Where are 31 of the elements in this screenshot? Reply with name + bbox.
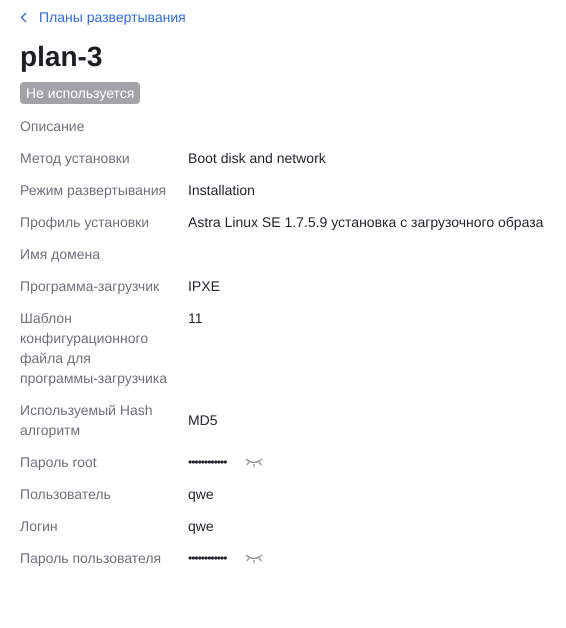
field-value: Boot disk and network xyxy=(188,149,327,168)
chevron-left-icon xyxy=(20,12,27,22)
field-label: Пароль root xyxy=(20,453,98,472)
field-label: Имя домена xyxy=(20,245,102,264)
show-password-button[interactable] xyxy=(244,457,264,467)
field-value: Installation xyxy=(188,181,256,200)
field-label: Логин xyxy=(20,517,59,536)
hidden-eye-icon xyxy=(244,553,264,563)
field-label: Программа-загрузчик xyxy=(20,277,160,296)
status-badge: Не используется xyxy=(20,82,140,104)
field-value: qwe xyxy=(188,485,215,504)
field-value: MD5 xyxy=(188,411,219,430)
field-label: Режим развертывания xyxy=(20,181,168,200)
field-label: Описание xyxy=(20,117,86,136)
field-value: 11 xyxy=(188,309,204,328)
masked-password: •••••••••••• xyxy=(188,455,226,469)
masked-password: •••••••••••• xyxy=(188,551,226,565)
field-value: IPXE xyxy=(188,277,221,296)
field-label: Используемый Hash алгоритм xyxy=(20,401,154,440)
field-label: Метод установки xyxy=(20,149,131,168)
breadcrumb-link[interactable]: Планы развертывания xyxy=(20,6,186,28)
show-password-button[interactable] xyxy=(244,553,264,563)
field-label: Шаблон конфигурационного файла для программы-загрузчика xyxy=(20,309,168,388)
field-label: Профиль установки xyxy=(20,213,150,232)
breadcrumb-label[interactable]: Планы развертывания xyxy=(39,9,186,25)
hidden-eye-icon xyxy=(244,457,264,467)
field-label: Пользователь xyxy=(20,485,112,504)
field-value: Astra Linux SE 1.7.5.9 установка с загрузочного образа xyxy=(188,213,544,232)
field-value: qwe xyxy=(188,517,215,536)
field-label: Пароль пользователя xyxy=(20,549,162,568)
page-title: plan-3 xyxy=(20,40,104,74)
